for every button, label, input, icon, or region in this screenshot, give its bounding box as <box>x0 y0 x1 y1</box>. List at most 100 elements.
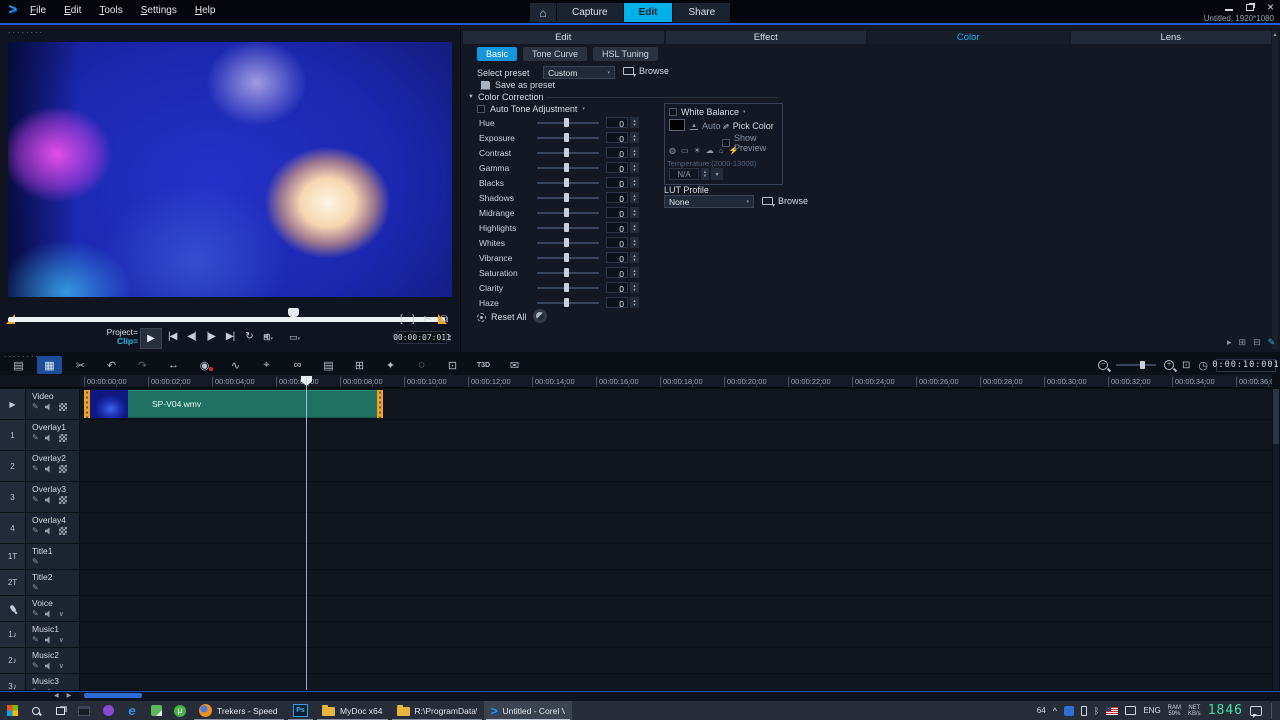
storyboard-view-icon[interactable]: ▤ <box>6 356 31 374</box>
timeline-view-icon[interactable]: ▦ <box>37 356 62 374</box>
ripple-edit-icon[interactable]: ✎ <box>32 403 39 411</box>
redo-icon[interactable]: ↷ <box>130 356 155 374</box>
utorrent-button[interactable]: µ <box>168 701 192 720</box>
ripple-edit-icon[interactable]: ✎ <box>32 662 39 670</box>
track-type-icon[interactable]: 1♪ <box>0 622 26 647</box>
mode-tab-share[interactable]: Share <box>673 3 730 22</box>
menu-settings[interactable]: Settings <box>141 5 177 16</box>
track-type-icon[interactable]: 1T <box>0 544 26 569</box>
record-capture-icon[interactable]: ◉ <box>192 356 217 374</box>
zoom-in-icon[interactable]: + <box>1164 360 1174 370</box>
mask-creator-icon[interactable]: ⊡ <box>440 356 465 374</box>
trim-marks-icon[interactable]: ↔ <box>161 356 186 374</box>
mute-track-icon[interactable] <box>45 465 53 473</box>
slider-thumb[interactable] <box>564 283 569 292</box>
ripple-edit-icon[interactable]: ✎ <box>32 636 39 644</box>
tab-lens[interactable]: Lens <box>1071 31 1272 44</box>
slider-value-whites[interactable]: 0 <box>606 237 628 248</box>
blending-icon[interactable]: ∞ <box>285 356 310 374</box>
net-monitor[interactable]: NET KB/s <box>1188 705 1201 717</box>
slider-thumb[interactable] <box>564 208 569 217</box>
slider-thumb[interactable] <box>564 238 569 247</box>
transparency-icon[interactable] <box>59 434 67 442</box>
slider-saturation[interactable] <box>537 272 599 274</box>
temperature-input[interactable]: N/A <box>669 168 699 180</box>
mute-track-icon[interactable] <box>45 688 53 690</box>
timeline-timecode[interactable]: 0:00:10:001 <box>1216 359 1276 372</box>
minimize-icon[interactable] <box>1225 9 1233 11</box>
slider-midrange[interactable] <box>537 212 599 214</box>
fit-project-icon[interactable]: ⊡ <box>1182 360 1190 371</box>
slider-value-hue[interactable]: 0 <box>606 117 628 128</box>
taskview-button[interactable] <box>48 701 72 720</box>
mute-track-icon[interactable] <box>45 434 53 442</box>
slider-spinner[interactable]: ▲▼ <box>630 252 639 263</box>
slider-value-haze[interactable]: 0 <box>606 297 628 308</box>
track-header[interactable]: Overlay4✎ <box>26 513 80 543</box>
track-type-icon[interactable]: 3 <box>0 482 26 512</box>
cmd-button[interactable] <box>72 701 96 720</box>
track-header[interactable]: Video✎ <box>26 389 80 419</box>
shuttle-options-icon[interactable]: ⊡▾ <box>263 332 273 343</box>
track-header[interactable]: Overlay2✎ <box>26 451 80 481</box>
expand-arrow-icon[interactable]: ▸ <box>1227 337 1232 348</box>
track-lane-overlay1[interactable] <box>80 420 1272 450</box>
slider-whites[interactable] <box>537 242 599 244</box>
ime-icon[interactable] <box>1125 706 1136 715</box>
timeline-ruler[interactable]: 00:00:00:0000:00:02:0000:00:04:0000:00:0… <box>80 375 1272 388</box>
track-lane-music1[interactable] <box>80 622 1272 647</box>
slider-spinner[interactable]: ▲▼ <box>630 147 639 158</box>
spin-down-icon[interactable]: ▼ <box>633 153 637 157</box>
fluorescent-icon[interactable]: ▭ <box>681 146 689 155</box>
transparency-icon[interactable] <box>59 527 67 535</box>
ripple-edit-icon[interactable]: ✎ <box>32 496 39 504</box>
track-type-icon[interactable]: 2♪ <box>0 648 26 673</box>
slider-spinner[interactable]: ▲▼ <box>630 282 639 293</box>
slider-thumb[interactable] <box>564 118 569 127</box>
video-preview[interactable] <box>8 42 452 297</box>
tab-effect[interactable]: Effect <box>666 31 867 44</box>
slider-value-saturation[interactable]: 0 <box>606 267 628 278</box>
preview-timecode[interactable]: 00:00:07:011 <box>397 331 447 344</box>
track-type-icon[interactable] <box>0 596 26 621</box>
wb-auto-button[interactable]: ▲ Auto <box>690 121 720 131</box>
spin-down-icon[interactable]: ▼ <box>633 168 637 172</box>
auto-tone-checkbox[interactable]: Auto Tone Adjustment ▾ <box>477 104 585 114</box>
taskbar-app-folder[interactable]: MyDoc x64 <box>315 701 390 720</box>
subtab-hsl-tuning[interactable]: HSL Tuning <box>593 47 658 61</box>
tools-icon[interactable]: ✂ <box>68 356 93 374</box>
slider-value-clarity[interactable]: 0 <box>606 282 628 293</box>
slider-value-shadows[interactable]: 0 <box>606 192 628 203</box>
scrub-bar[interactable] <box>8 317 445 322</box>
slider-value-contrast[interactable]: 0 <box>606 147 628 158</box>
taskbar-app-corel[interactable]: >Untitled - Corel Vid... <box>484 701 572 720</box>
grid-view-icon[interactable]: ⊞ <box>1239 337 1247 348</box>
taskbar-app-photoshop[interactable]: Ps <box>286 701 315 720</box>
ripple-edit-icon[interactable]: ✎ <box>32 434 39 442</box>
reset-all-button[interactable]: Reset All <box>477 312 527 322</box>
clip-right-handle[interactable] <box>377 390 383 418</box>
ripple-edit-icon[interactable]: ✎ <box>32 465 39 473</box>
white-balance-checkbox[interactable]: White Balance ▾ <box>669 107 746 117</box>
menu-help[interactable]: Help <box>195 5 216 16</box>
track-header[interactable]: Title1✎ <box>26 544 80 569</box>
chevron-down-icon[interactable]: ∨ <box>59 637 64 644</box>
cloudy-icon[interactable]: ☁ <box>706 146 714 155</box>
track-lane-voice[interactable] <box>80 596 1272 621</box>
panel-grip[interactable]: ........ <box>8 28 44 33</box>
slider-gamma[interactable] <box>537 167 599 169</box>
track-header[interactable]: Music3✎∨ <box>26 674 80 690</box>
slider-spinner[interactable]: ▲▼ <box>630 177 639 188</box>
ripple-edit-icon[interactable]: ✎ <box>32 688 39 690</box>
action-center-icon[interactable] <box>1250 706 1262 716</box>
taskbar-app-folder[interactable]: R:\ProgramData\UL... <box>390 701 484 720</box>
before-after-toggle-icon[interactable] <box>533 309 547 323</box>
mute-track-icon[interactable] <box>45 527 53 535</box>
slider-highlights[interactable] <box>537 227 599 229</box>
mute-track-icon[interactable] <box>45 403 53 411</box>
mode-tab-edit[interactable]: Edit <box>624 3 673 22</box>
timeline-vertical-scrollbar[interactable] <box>1273 389 1279 690</box>
save-as-preset-button[interactable]: Save as preset <box>481 80 555 90</box>
horizontal-scroll-thumb[interactable] <box>84 693 142 698</box>
ram-monitor[interactable]: RAM 59% <box>1168 705 1181 717</box>
